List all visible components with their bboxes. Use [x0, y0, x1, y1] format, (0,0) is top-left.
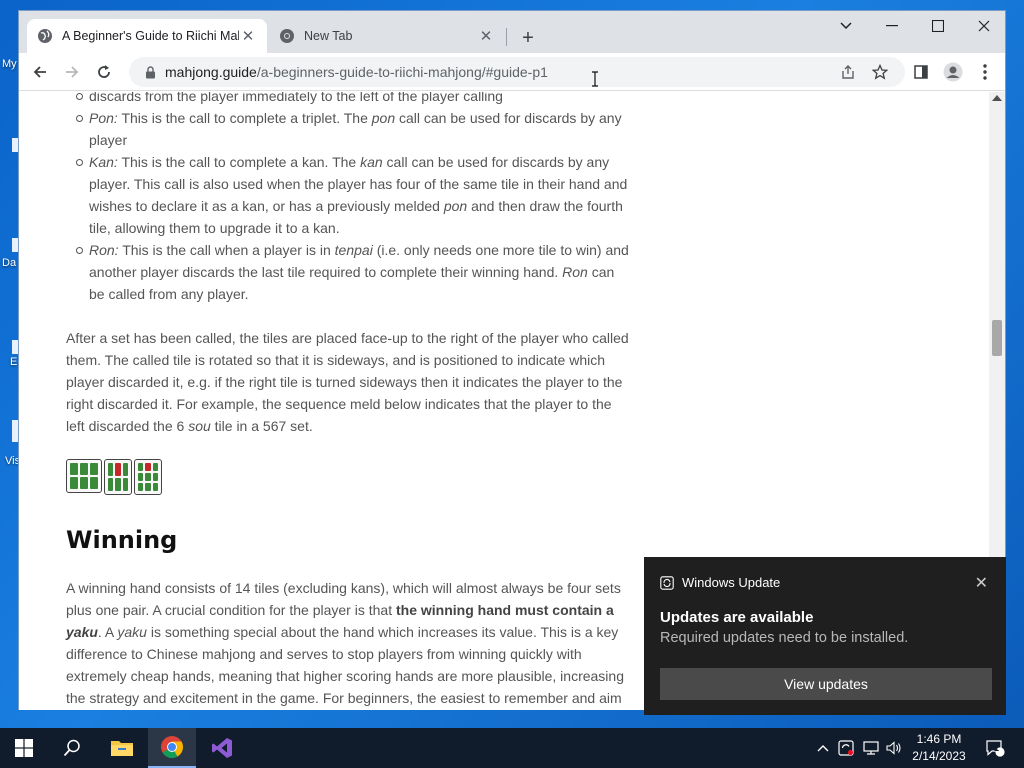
- list-item: discards from the player immediately to …: [66, 92, 631, 107]
- text: This is the call to complete a triplet. …: [117, 110, 372, 126]
- volume-icon[interactable]: [884, 728, 904, 768]
- toolbar: mahjong.guide/a-beginners-guide-to-riich…: [19, 53, 1005, 91]
- action-center-button[interactable]: 1: [980, 728, 1010, 768]
- list-item: Kan: This is the call to complete a kan.…: [66, 151, 631, 239]
- meld-paragraph: After a set has been called, the tiles a…: [66, 327, 631, 437]
- sideways-tile: [66, 459, 102, 493]
- view-updates-button[interactable]: View updates: [660, 668, 992, 700]
- emphasis: pon: [371, 110, 396, 126]
- term: Ron:: [89, 242, 119, 258]
- search-icon: [63, 739, 80, 757]
- scrollbar-thumb[interactable]: [992, 320, 1002, 356]
- folder-icon: [111, 741, 133, 756]
- chrome-icon: [279, 28, 295, 44]
- profile-avatar-icon[interactable]: [939, 58, 967, 86]
- term: Kan:: [89, 154, 118, 170]
- back-icon[interactable]: [26, 58, 54, 86]
- close-window-icon[interactable]: [961, 11, 1007, 41]
- tile-5-sou: [104, 459, 132, 495]
- text-cursor-icon: [591, 71, 599, 87]
- clock-date: 2/14/2023: [912, 749, 966, 763]
- article-body: discards from the player immediately to …: [66, 92, 631, 709]
- list-item: Pon: This is the call to complete a trip…: [66, 107, 631, 151]
- notification-body: Required updates need to be installed.: [660, 630, 909, 646]
- tab-separator: [506, 28, 507, 46]
- text: . A: [97, 624, 118, 640]
- call-list: discards from the player immediately to …: [66, 92, 631, 305]
- tab-title: A Beginner's Guide to Riichi Mah: [62, 29, 239, 43]
- clock-time: 1:46 PM: [916, 732, 962, 746]
- globe-icon: [37, 28, 53, 44]
- text: the winning hand must contain a: [395, 602, 614, 618]
- minimize-icon[interactable]: [869, 11, 915, 41]
- taskbar: 1:46 PM 2/14/2023 1: [0, 728, 1024, 768]
- windows-icon: [15, 739, 33, 757]
- section-heading: Winning: [66, 526, 178, 554]
- bookmark-star-icon[interactable]: [866, 58, 894, 86]
- share-icon[interactable]: [834, 58, 862, 86]
- list-item: Ron: This is the call when a player is i…: [66, 239, 631, 305]
- lock-icon[interactable]: [135, 65, 165, 79]
- chrome-taskbar-button[interactable]: [148, 728, 196, 768]
- desktop-icons: My Da E Vis: [0, 50, 20, 490]
- network-icon[interactable]: [860, 728, 882, 768]
- emphasis: tenpai: [334, 242, 373, 258]
- desktop-label[interactable]: Da: [2, 257, 16, 269]
- scroll-up-icon[interactable]: [992, 95, 1002, 101]
- update-tray-icon[interactable]: [836, 728, 856, 768]
- close-tab-icon[interactable]: ✕: [239, 27, 257, 45]
- new-tab-button[interactable]: +: [515, 25, 541, 51]
- text: This is the call when a player is in: [118, 242, 335, 258]
- meld-tiles-image: [66, 459, 631, 495]
- show-hidden-icons-chevron[interactable]: [814, 728, 832, 768]
- taskbar-clock[interactable]: 1:46 PM 2/14/2023: [904, 731, 974, 765]
- tile-7-sou: [134, 459, 162, 495]
- text: After a set has been called, the tiles a…: [66, 330, 629, 434]
- address-bar[interactable]: mahjong.guide/a-beginners-guide-to-riich…: [129, 57, 905, 87]
- update-icon: [660, 575, 674, 590]
- tab-strip: A Beginner's Guide to Riichi Mah ✕ New T…: [19, 11, 1005, 53]
- url-path: /a-beginners-guide-to-riichi-mahjong/#gu…: [256, 64, 548, 80]
- emphasis: pon: [443, 198, 468, 214]
- emphasis: yaku: [117, 624, 147, 640]
- side-panel-icon[interactable]: [907, 58, 935, 86]
- desktop-label[interactable]: E: [10, 356, 17, 368]
- notification-title: Updates are available: [660, 609, 814, 626]
- notification-app-name: Windows Update: [682, 575, 781, 590]
- emphasis: sou: [188, 418, 211, 434]
- maximize-icon[interactable]: [915, 11, 961, 41]
- tab-title: New Tab: [304, 29, 353, 43]
- winning-paragraph: A winning hand consists of 14 tiles (exc…: [66, 577, 631, 709]
- tab-new-tab[interactable]: New Tab ✕: [269, 19, 505, 53]
- url-host: mahjong.guide: [165, 64, 257, 80]
- start-button[interactable]: [0, 728, 48, 768]
- emphasis: Ron: [562, 264, 588, 280]
- text: tile in a 567 set.: [210, 418, 313, 434]
- emphasis: yaku: [66, 624, 98, 640]
- list-item-text: discards from the player immediately to …: [89, 92, 503, 104]
- emphasis: kan: [360, 154, 383, 170]
- close-notification-icon[interactable]: ✕: [975, 573, 988, 593]
- desktop-label[interactable]: My: [2, 58, 17, 70]
- kebab-menu-icon[interactable]: [971, 58, 999, 86]
- text: This is the call to complete a kan. The: [117, 154, 361, 170]
- visual-studio-icon: [212, 738, 232, 758]
- update-notification[interactable]: Windows Update ✕ Updates are available R…: [644, 557, 1006, 715]
- notification-header: Windows Update: [660, 575, 780, 590]
- search-button[interactable]: [48, 728, 96, 768]
- chrome-icon: [161, 736, 183, 758]
- text: is something special about the hand whic…: [66, 624, 624, 706]
- term: Pon:: [89, 110, 118, 126]
- tab-guide[interactable]: A Beginner's Guide to Riichi Mah ✕: [27, 19, 267, 53]
- tab-search-icon[interactable]: [823, 11, 869, 41]
- notification-count: 1: [994, 743, 1000, 753]
- forward-icon[interactable]: [58, 58, 86, 86]
- visual-studio-button[interactable]: [198, 728, 246, 768]
- close-tab-icon[interactable]: ✕: [477, 27, 495, 45]
- file-explorer-button[interactable]: [98, 728, 146, 768]
- reload-icon[interactable]: [90, 58, 118, 86]
